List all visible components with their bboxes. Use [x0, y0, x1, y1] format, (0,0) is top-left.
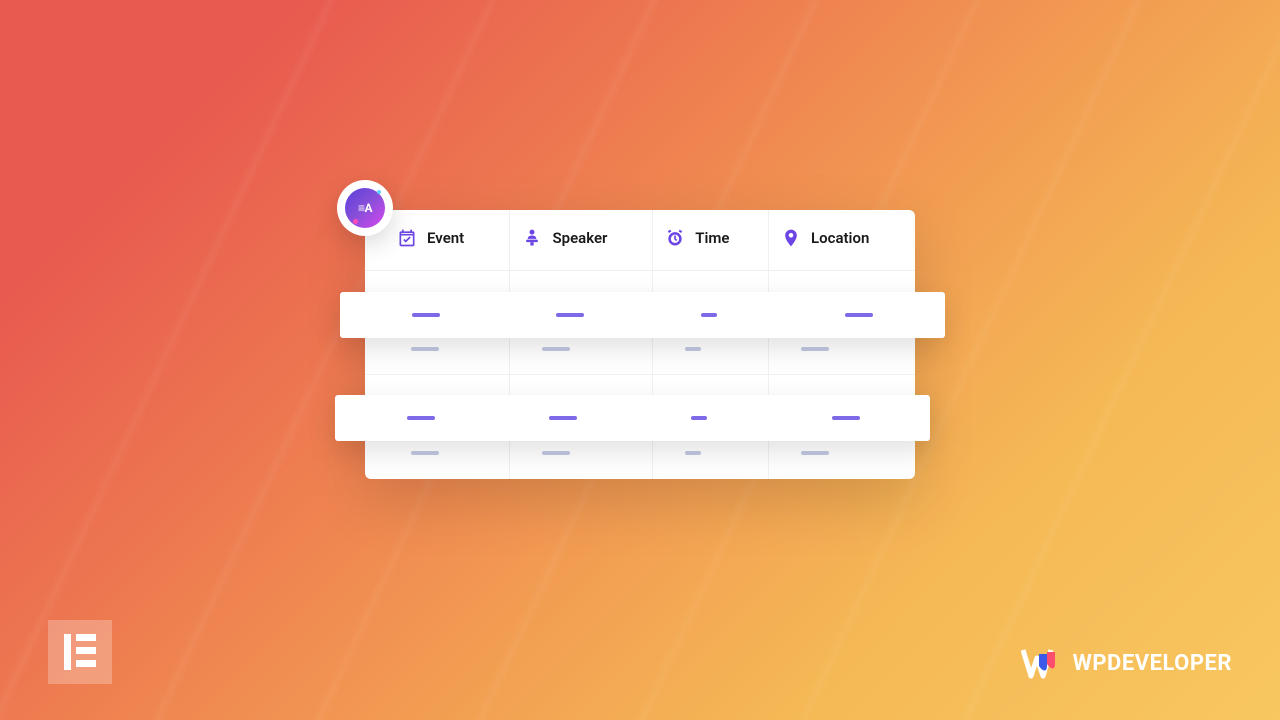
logo-bar [76, 634, 96, 641]
badge-accent-dot [353, 219, 358, 224]
speaker-podium-icon [522, 228, 542, 248]
table-row [365, 427, 915, 479]
ea-badge-inner: ≡A [345, 188, 385, 228]
table-cell [653, 271, 769, 323]
table-header-row: Event Speaker Time [365, 210, 915, 271]
table-cell [769, 427, 915, 479]
placeholder-line [411, 451, 439, 455]
placeholder-line [801, 399, 829, 403]
placeholder-line [542, 451, 570, 455]
placeholder-line [542, 295, 570, 299]
logo-bar [64, 634, 71, 670]
table-cell [365, 323, 510, 375]
badge-accent-dot [377, 190, 381, 194]
placeholder-line [411, 295, 439, 299]
logo-bar [76, 647, 96, 654]
logo-bar [76, 660, 96, 667]
table-cell [653, 427, 769, 479]
column-label: Location [811, 229, 869, 247]
calendar-check-icon [397, 228, 417, 248]
wpdeveloper-logo: WPDEVELOPER [1021, 646, 1232, 680]
wpdeveloper-mark-icon [1021, 646, 1061, 680]
column-header-location: Location [769, 210, 915, 271]
placeholder-line [685, 295, 701, 299]
placeholder-line [801, 347, 829, 351]
placeholder-line [801, 451, 829, 455]
elementor-logo [48, 620, 112, 684]
data-table-card: ≡A Event Speaker [365, 210, 915, 479]
table-row [365, 271, 915, 323]
placeholder-line [801, 295, 829, 299]
placeholder-line [411, 347, 439, 351]
badge-label: ≡A [358, 201, 372, 215]
table-cell [365, 375, 510, 427]
wpdeveloper-wordmark: WPDEVELOPER [1073, 651, 1232, 676]
table-cell [510, 271, 653, 323]
table-cell [365, 427, 510, 479]
column-label: Time [695, 229, 729, 247]
column-label: Speaker [552, 229, 607, 247]
placeholder-line [685, 451, 701, 455]
placeholder-line [542, 347, 570, 351]
placeholder-line [685, 399, 701, 403]
table-cell [510, 323, 653, 375]
table-cell [510, 375, 653, 427]
table-cell [769, 271, 915, 323]
table-cell [769, 375, 915, 427]
column-header-time: Time [653, 210, 769, 271]
ea-badge: ≡A [337, 180, 393, 236]
placeholder-line [542, 399, 570, 403]
table-cell [653, 323, 769, 375]
table-cell [510, 427, 653, 479]
table-row [365, 375, 915, 427]
placeholder-line [685, 347, 701, 351]
column-label: Event [427, 229, 464, 247]
table-row [365, 323, 915, 375]
map-pin-icon [781, 228, 801, 248]
table-cell [365, 271, 510, 323]
alarm-clock-icon [665, 228, 685, 248]
column-header-speaker: Speaker [510, 210, 653, 271]
event-table: Event Speaker Time [365, 210, 915, 479]
table-cell [769, 323, 915, 375]
table-cell [653, 375, 769, 427]
placeholder-line [411, 399, 439, 403]
